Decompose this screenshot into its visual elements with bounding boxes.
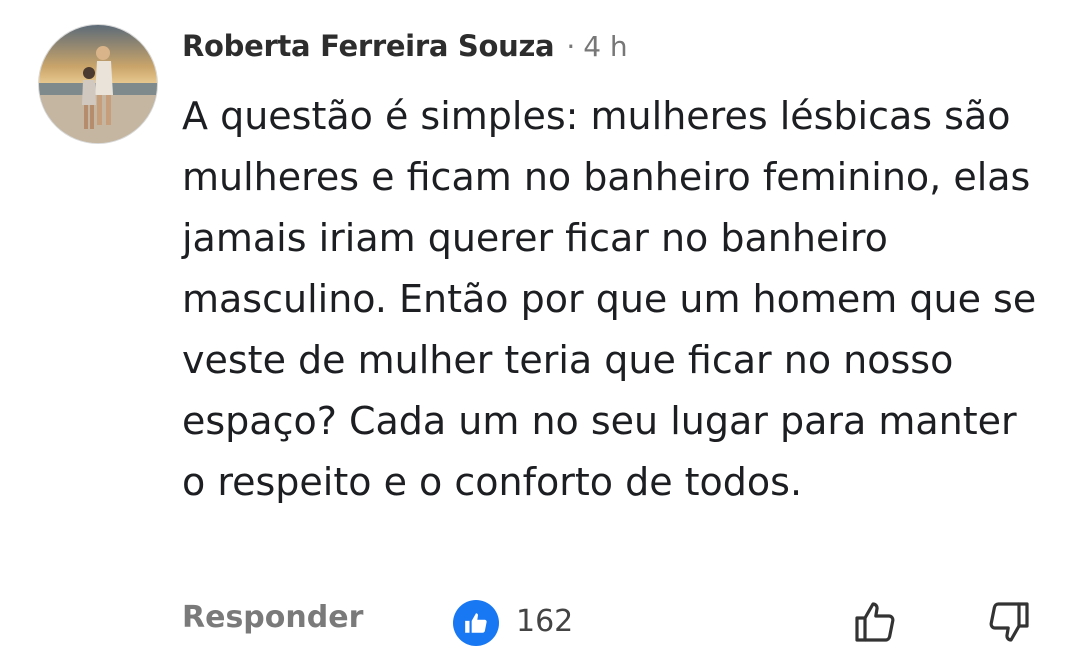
comment-actions: Responder 162 [0,596,1080,650]
thumbs-up-icon[interactable] [851,598,899,650]
author-name[interactable]: Roberta Ferreira Souza [182,29,555,63]
comment-timestamp: 4 h [583,29,628,63]
like-reaction-badge[interactable] [453,600,499,646]
thumbs-down-icon[interactable] [985,598,1033,650]
separator-dot: · [566,29,576,63]
avatar-photo [39,25,157,143]
comment-header: Roberta Ferreira Souza · 4 h [182,26,628,66]
reply-button[interactable]: Responder [182,600,363,635]
thumbs-up-icon [465,613,487,633]
like-count: 162 [516,604,574,639]
comment-text: A questão é simples: mulheres lésbicas s… [182,94,1037,504]
avatar[interactable] [38,24,158,144]
